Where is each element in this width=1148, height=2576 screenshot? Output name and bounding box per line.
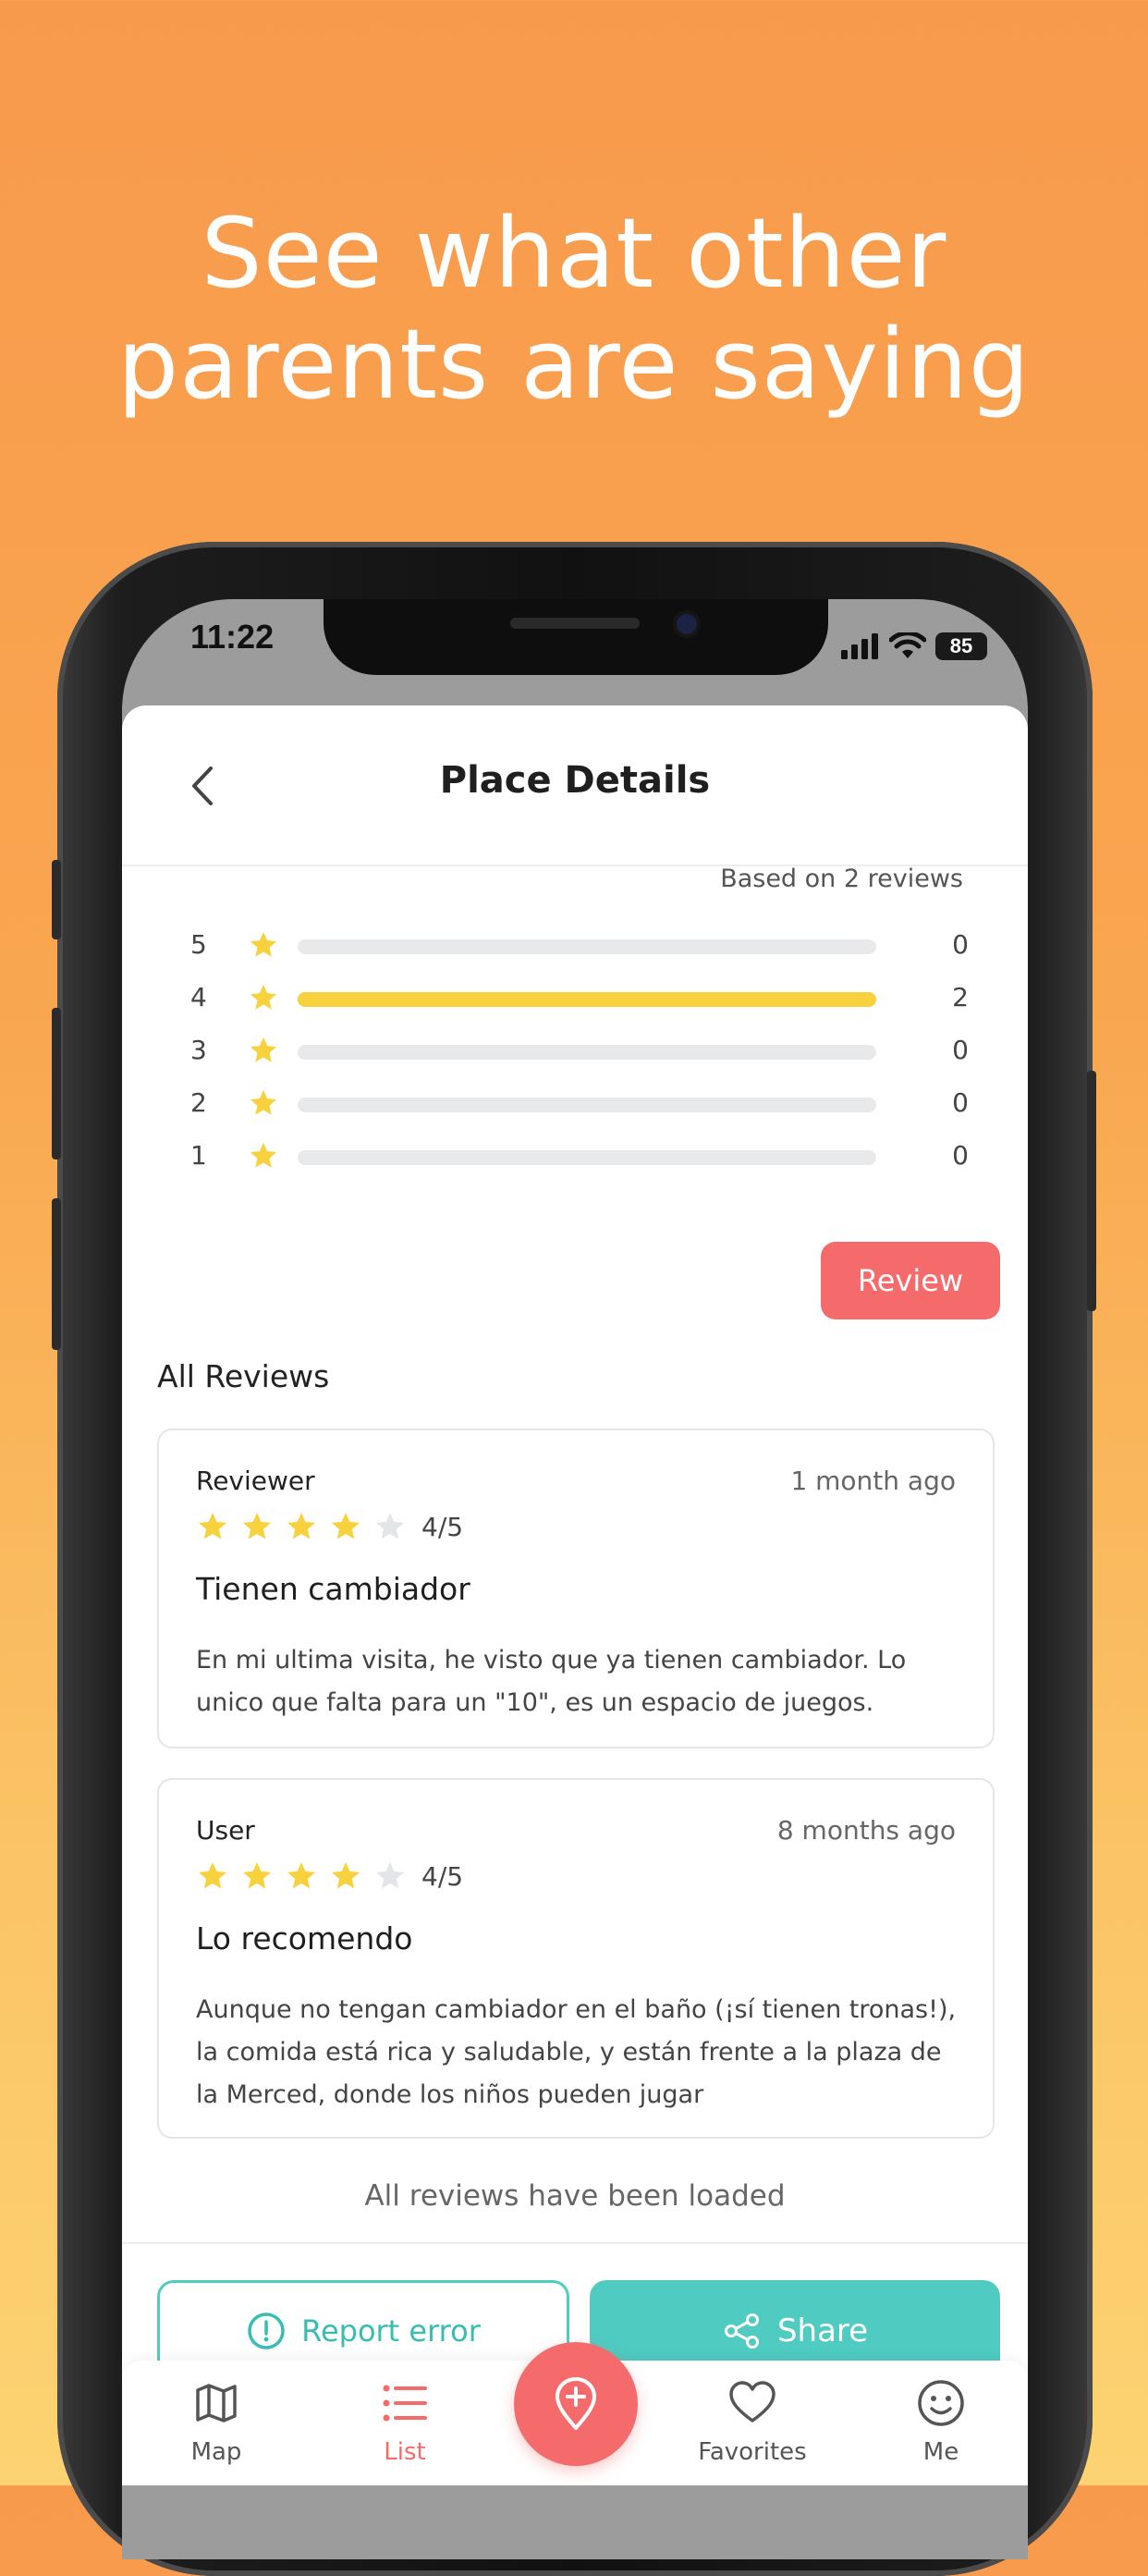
- phone-notch: [324, 599, 828, 675]
- star-icon: [250, 984, 277, 1010]
- review-card: User 8 months ago 4/5 Lo recomendo Aunqu…: [157, 1778, 995, 2139]
- tab-map-label: Map: [190, 2438, 242, 2466]
- rating-bar-track: [298, 1045, 876, 1060]
- phone-volume-down: [52, 1198, 61, 1350]
- rating-row: 10: [190, 1135, 969, 1177]
- rating-bar-track: [298, 1098, 876, 1112]
- review-date: 1 month ago: [790, 1466, 956, 1496]
- add-place-button[interactable]: [514, 2342, 638, 2466]
- star-icon: [199, 1862, 226, 1889]
- star-icon: [250, 931, 277, 957]
- tab-list[interactable]: List: [331, 2377, 479, 2466]
- share-icon: [724, 2313, 759, 2349]
- wifi-icon: [889, 632, 926, 658]
- rating-star-level: 4: [190, 982, 207, 1012]
- map-icon: [196, 2384, 237, 2423]
- rating-count: 0: [952, 1087, 969, 1118]
- star-icon: [243, 1862, 271, 1889]
- page-title: Place Details: [439, 759, 711, 802]
- battery-icon: 85: [935, 632, 987, 660]
- rating-count: 0: [952, 929, 969, 960]
- phone-mute-switch: [52, 860, 61, 939]
- write-review-button[interactable]: Review: [821, 1242, 1000, 1319]
- tab-favorites[interactable]: Favorites: [678, 2377, 826, 2466]
- nav-bar: Place Details: [122, 705, 1028, 866]
- tab-favorites-label: Favorites: [698, 2438, 807, 2466]
- star-icon: [332, 1862, 360, 1889]
- star-icon: [250, 1037, 277, 1062]
- review-count-summary: Based on 2 reviews: [720, 865, 963, 893]
- promo-headline-line-1: See what other: [201, 197, 947, 310]
- rating-bar-track: [298, 939, 876, 954]
- tab-me-label: Me: [922, 2438, 959, 2466]
- rating-row: 50: [190, 924, 969, 966]
- review-title: Lo recomendo: [196, 1920, 413, 1957]
- promo-headline-line-2: parents are saying: [117, 308, 1031, 421]
- rating-row: 42: [190, 976, 969, 1019]
- review-body: En mi ultima visita, he visto que ya tie…: [196, 1646, 907, 1717]
- review-card: Reviewer 1 month ago 4/5 Tienen cambiado…: [157, 1429, 995, 1748]
- phone-volume-up: [52, 1008, 61, 1159]
- status-time: 11:22: [190, 618, 275, 656]
- rating-bar-fill: [298, 992, 876, 1007]
- phone-power-button: [1087, 1071, 1096, 1311]
- divider: [122, 2242, 1028, 2244]
- alert-circle-icon: [248, 2312, 285, 2349]
- star-icon: [287, 1513, 315, 1539]
- review-body: Aunque no tengan cambiador en el baño (¡…: [196, 1995, 957, 2109]
- star-icon: [250, 1089, 277, 1115]
- reviews-loaded-message: All reviews have been loaded: [364, 2179, 786, 2213]
- phone-speaker: [510, 618, 640, 629]
- all-reviews-heading: All Reviews: [157, 1358, 330, 1394]
- review-stars: 4/5: [196, 1859, 463, 1893]
- rating-star-level: 5: [190, 929, 207, 960]
- rating-row: 30: [190, 1029, 969, 1072]
- rating-star-level: 2: [190, 1087, 207, 1118]
- star-icon: [250, 1142, 277, 1168]
- tab-map[interactable]: Map: [142, 2377, 290, 2466]
- review-score: 4/5: [421, 1511, 464, 1542]
- rating-bar-track: [298, 992, 876, 1007]
- tab-me[interactable]: Me: [867, 2377, 1015, 2466]
- smiley-icon: [918, 2380, 964, 2426]
- review-author: Reviewer: [196, 1466, 315, 1496]
- review-date: 8 months ago: [776, 1815, 956, 1846]
- star-icon: [199, 1513, 226, 1539]
- review-score: 4/5: [421, 1860, 464, 1892]
- tab-list-label: List: [384, 2438, 426, 2466]
- rating-count: 0: [952, 1035, 969, 1065]
- heart-icon: [729, 2381, 776, 2423]
- star-icon: [287, 1862, 315, 1889]
- star-icon: [243, 1513, 271, 1539]
- rating-count: 2: [952, 982, 969, 1012]
- star-icon: [376, 1513, 404, 1539]
- review-stars: 4/5: [196, 1510, 463, 1543]
- signal-icon: [841, 633, 878, 659]
- add-place-icon: [556, 2377, 596, 2430]
- list-icon: [383, 2385, 427, 2422]
- status-icons: 85: [841, 632, 987, 660]
- review-title: Tienen cambiador: [196, 1571, 470, 1607]
- star-icon: [376, 1862, 404, 1889]
- rating-bar-track: [298, 1150, 876, 1165]
- share-label: Share: [776, 2312, 869, 2349]
- rating-star-level: 3: [190, 1035, 207, 1065]
- rating-star-level: 1: [190, 1140, 207, 1171]
- phone-camera: [677, 614, 697, 634]
- star-icon: [332, 1513, 360, 1539]
- rating-row: 20: [190, 1082, 969, 1124]
- rating-count: 0: [952, 1140, 969, 1171]
- review-author: User: [196, 1815, 255, 1846]
- report-error-label: Report error: [301, 2313, 481, 2349]
- place-details-screen: Place Details Based on 2 reviews 5042302…: [122, 705, 1028, 2485]
